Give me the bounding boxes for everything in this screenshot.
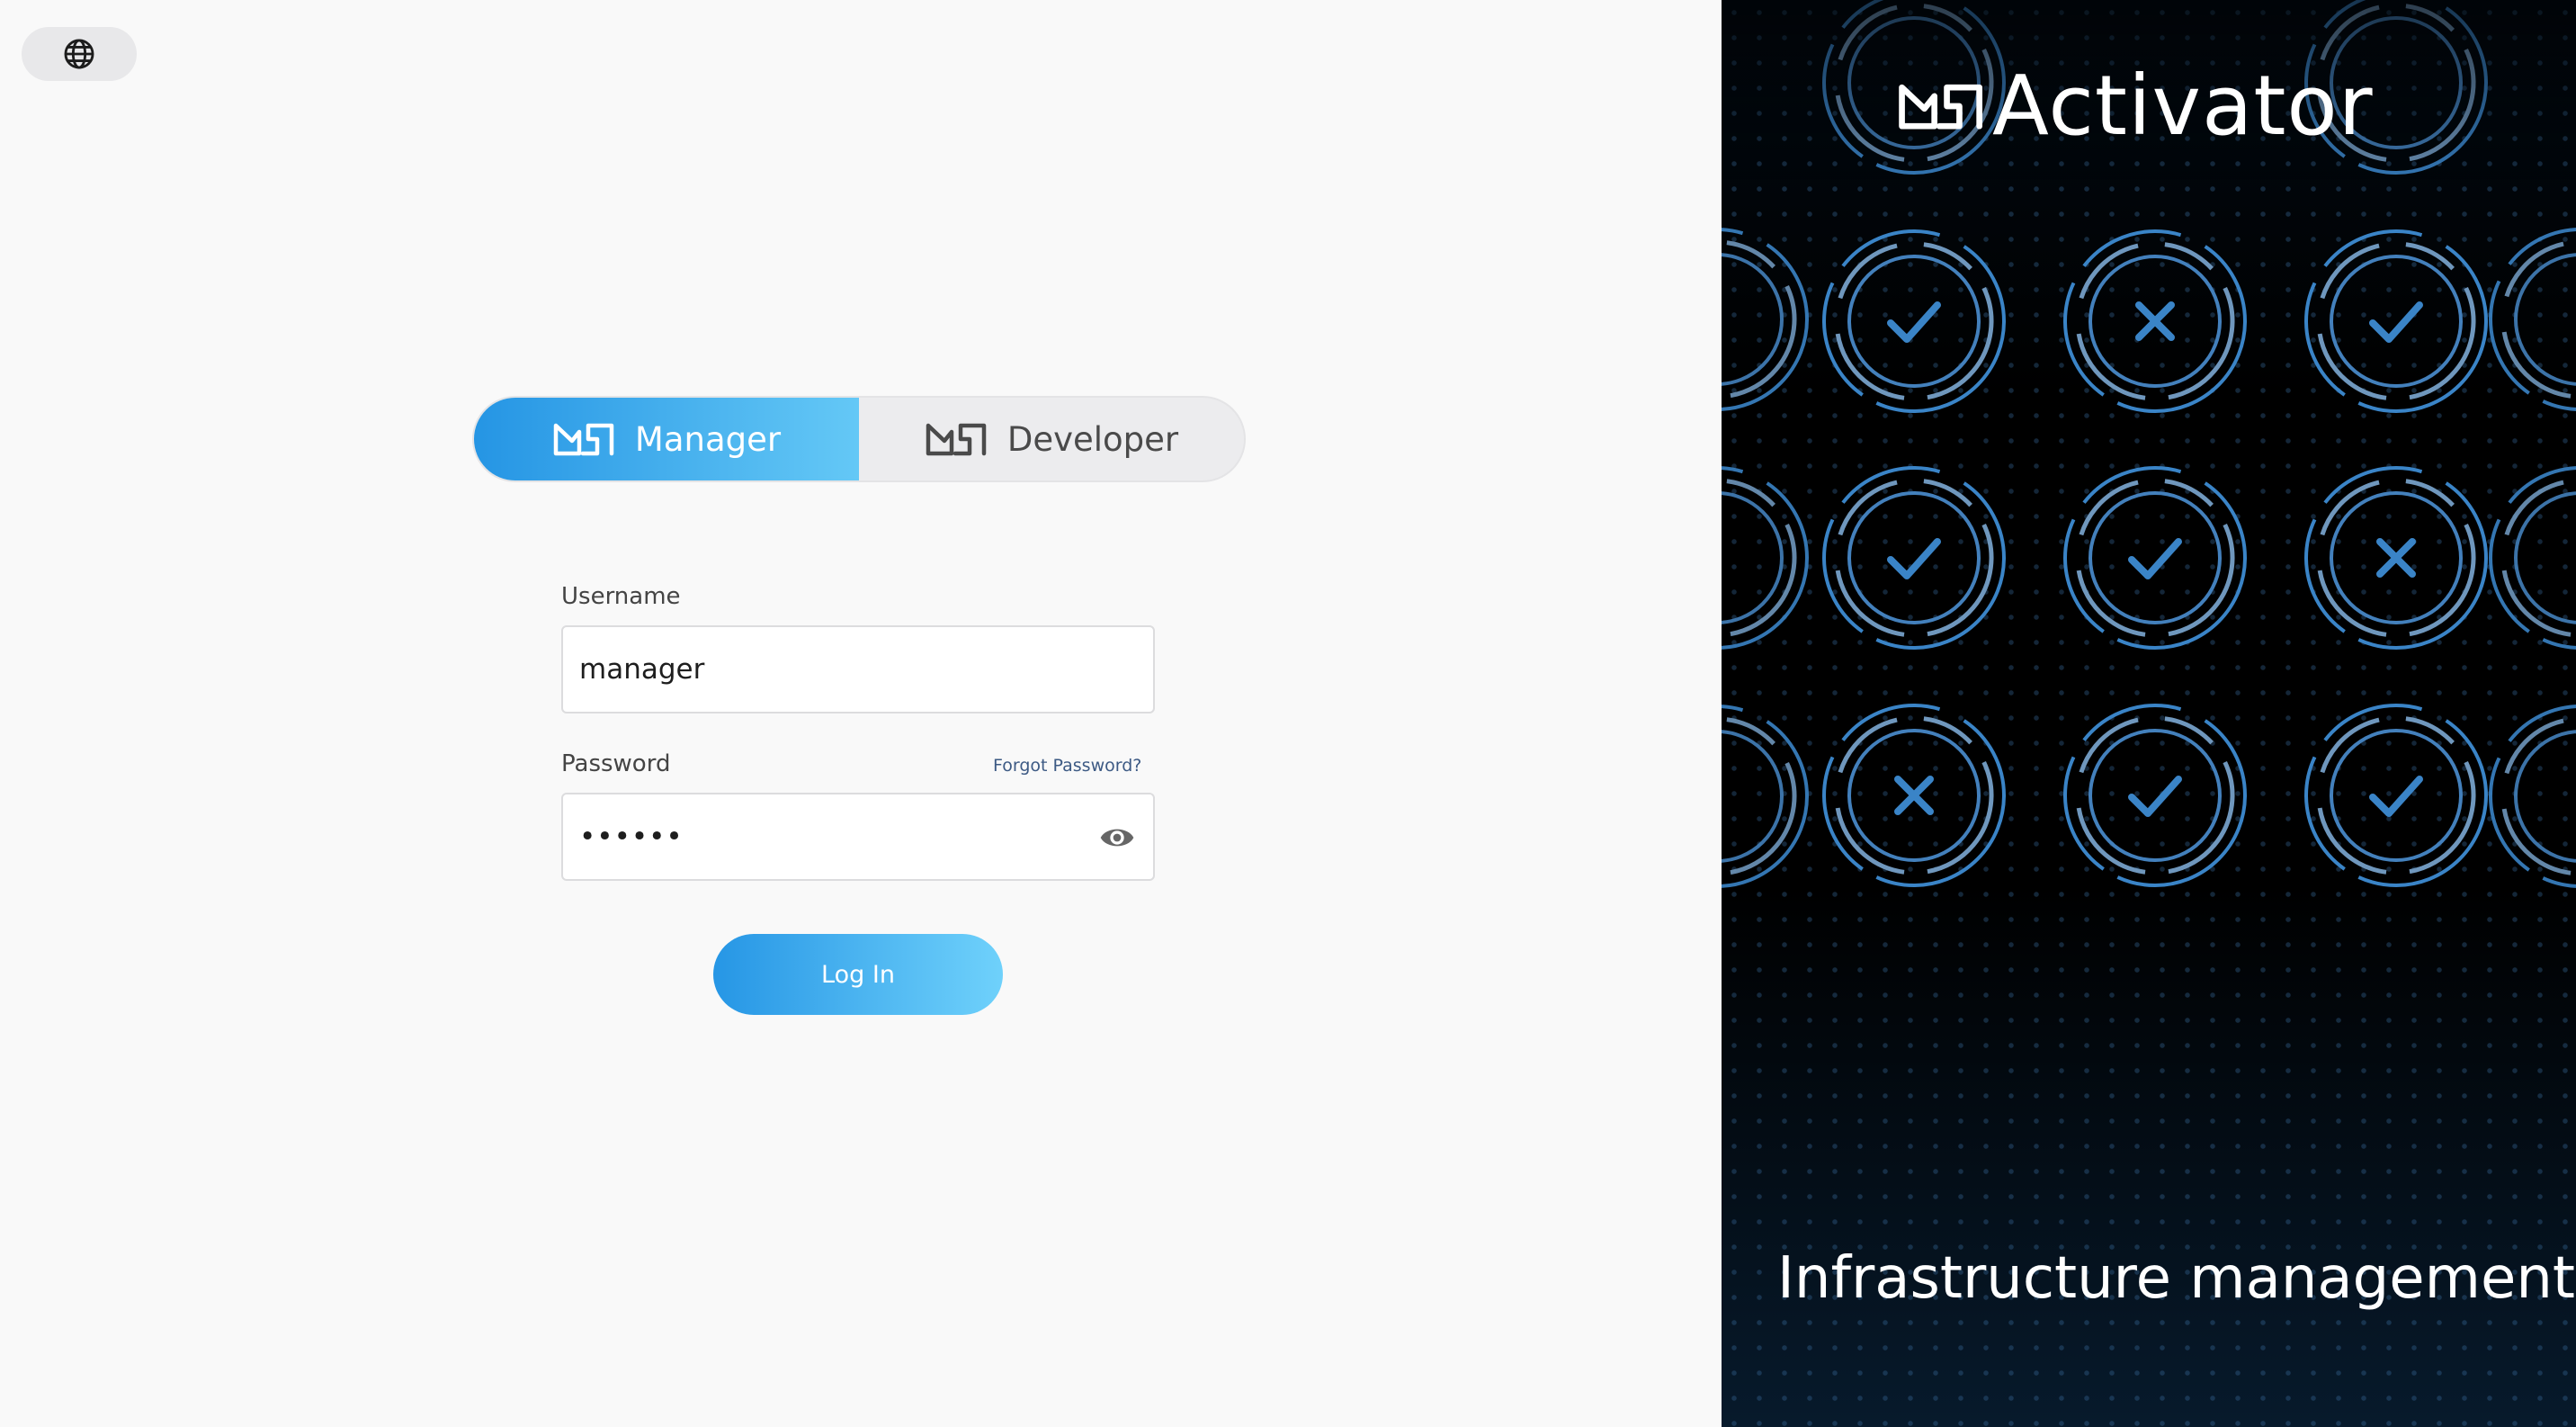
username-label: Username — [561, 583, 681, 610]
tile-row-1 — [1805, 212, 2505, 430]
msa-logo-icon — [926, 423, 987, 456]
username-input[interactable] — [579, 653, 1137, 686]
tab-manager[interactable]: Manager — [474, 398, 859, 480]
username-field[interactable] — [561, 625, 1155, 714]
brand-name: Activator — [1992, 58, 2374, 154]
tab-label: Manager — [634, 419, 782, 459]
tagline: Infrastructure management — [1777, 1245, 2575, 1312]
forgot-password-link[interactable]: Forgot Password? — [993, 756, 1141, 776]
msa-logo-icon — [1899, 84, 1982, 130]
password-label: Password — [561, 750, 671, 777]
promo-panel: Activator Infrastructure management — [1722, 0, 2576, 1427]
language-button[interactable] — [22, 27, 137, 81]
tab-developer[interactable]: Developer — [859, 398, 1244, 480]
eye-icon[interactable] — [1099, 821, 1135, 854]
globe-icon — [64, 39, 94, 69]
msa-logo-icon — [553, 423, 614, 456]
password-input[interactable] — [579, 821, 1137, 853]
role-switch: Manager Developer — [472, 396, 1246, 482]
password-field[interactable] — [561, 793, 1155, 881]
brand-logo: Activator — [1897, 65, 2374, 148]
tab-label: Developer — [1006, 419, 1179, 459]
tile-row-2 — [1805, 449, 2505, 667]
tile-row-3 — [1805, 687, 2505, 904]
login-button[interactable]: Log In — [713, 934, 1003, 1015]
login-panel: Manager Developer Username Password Forg… — [0, 0, 1722, 1427]
